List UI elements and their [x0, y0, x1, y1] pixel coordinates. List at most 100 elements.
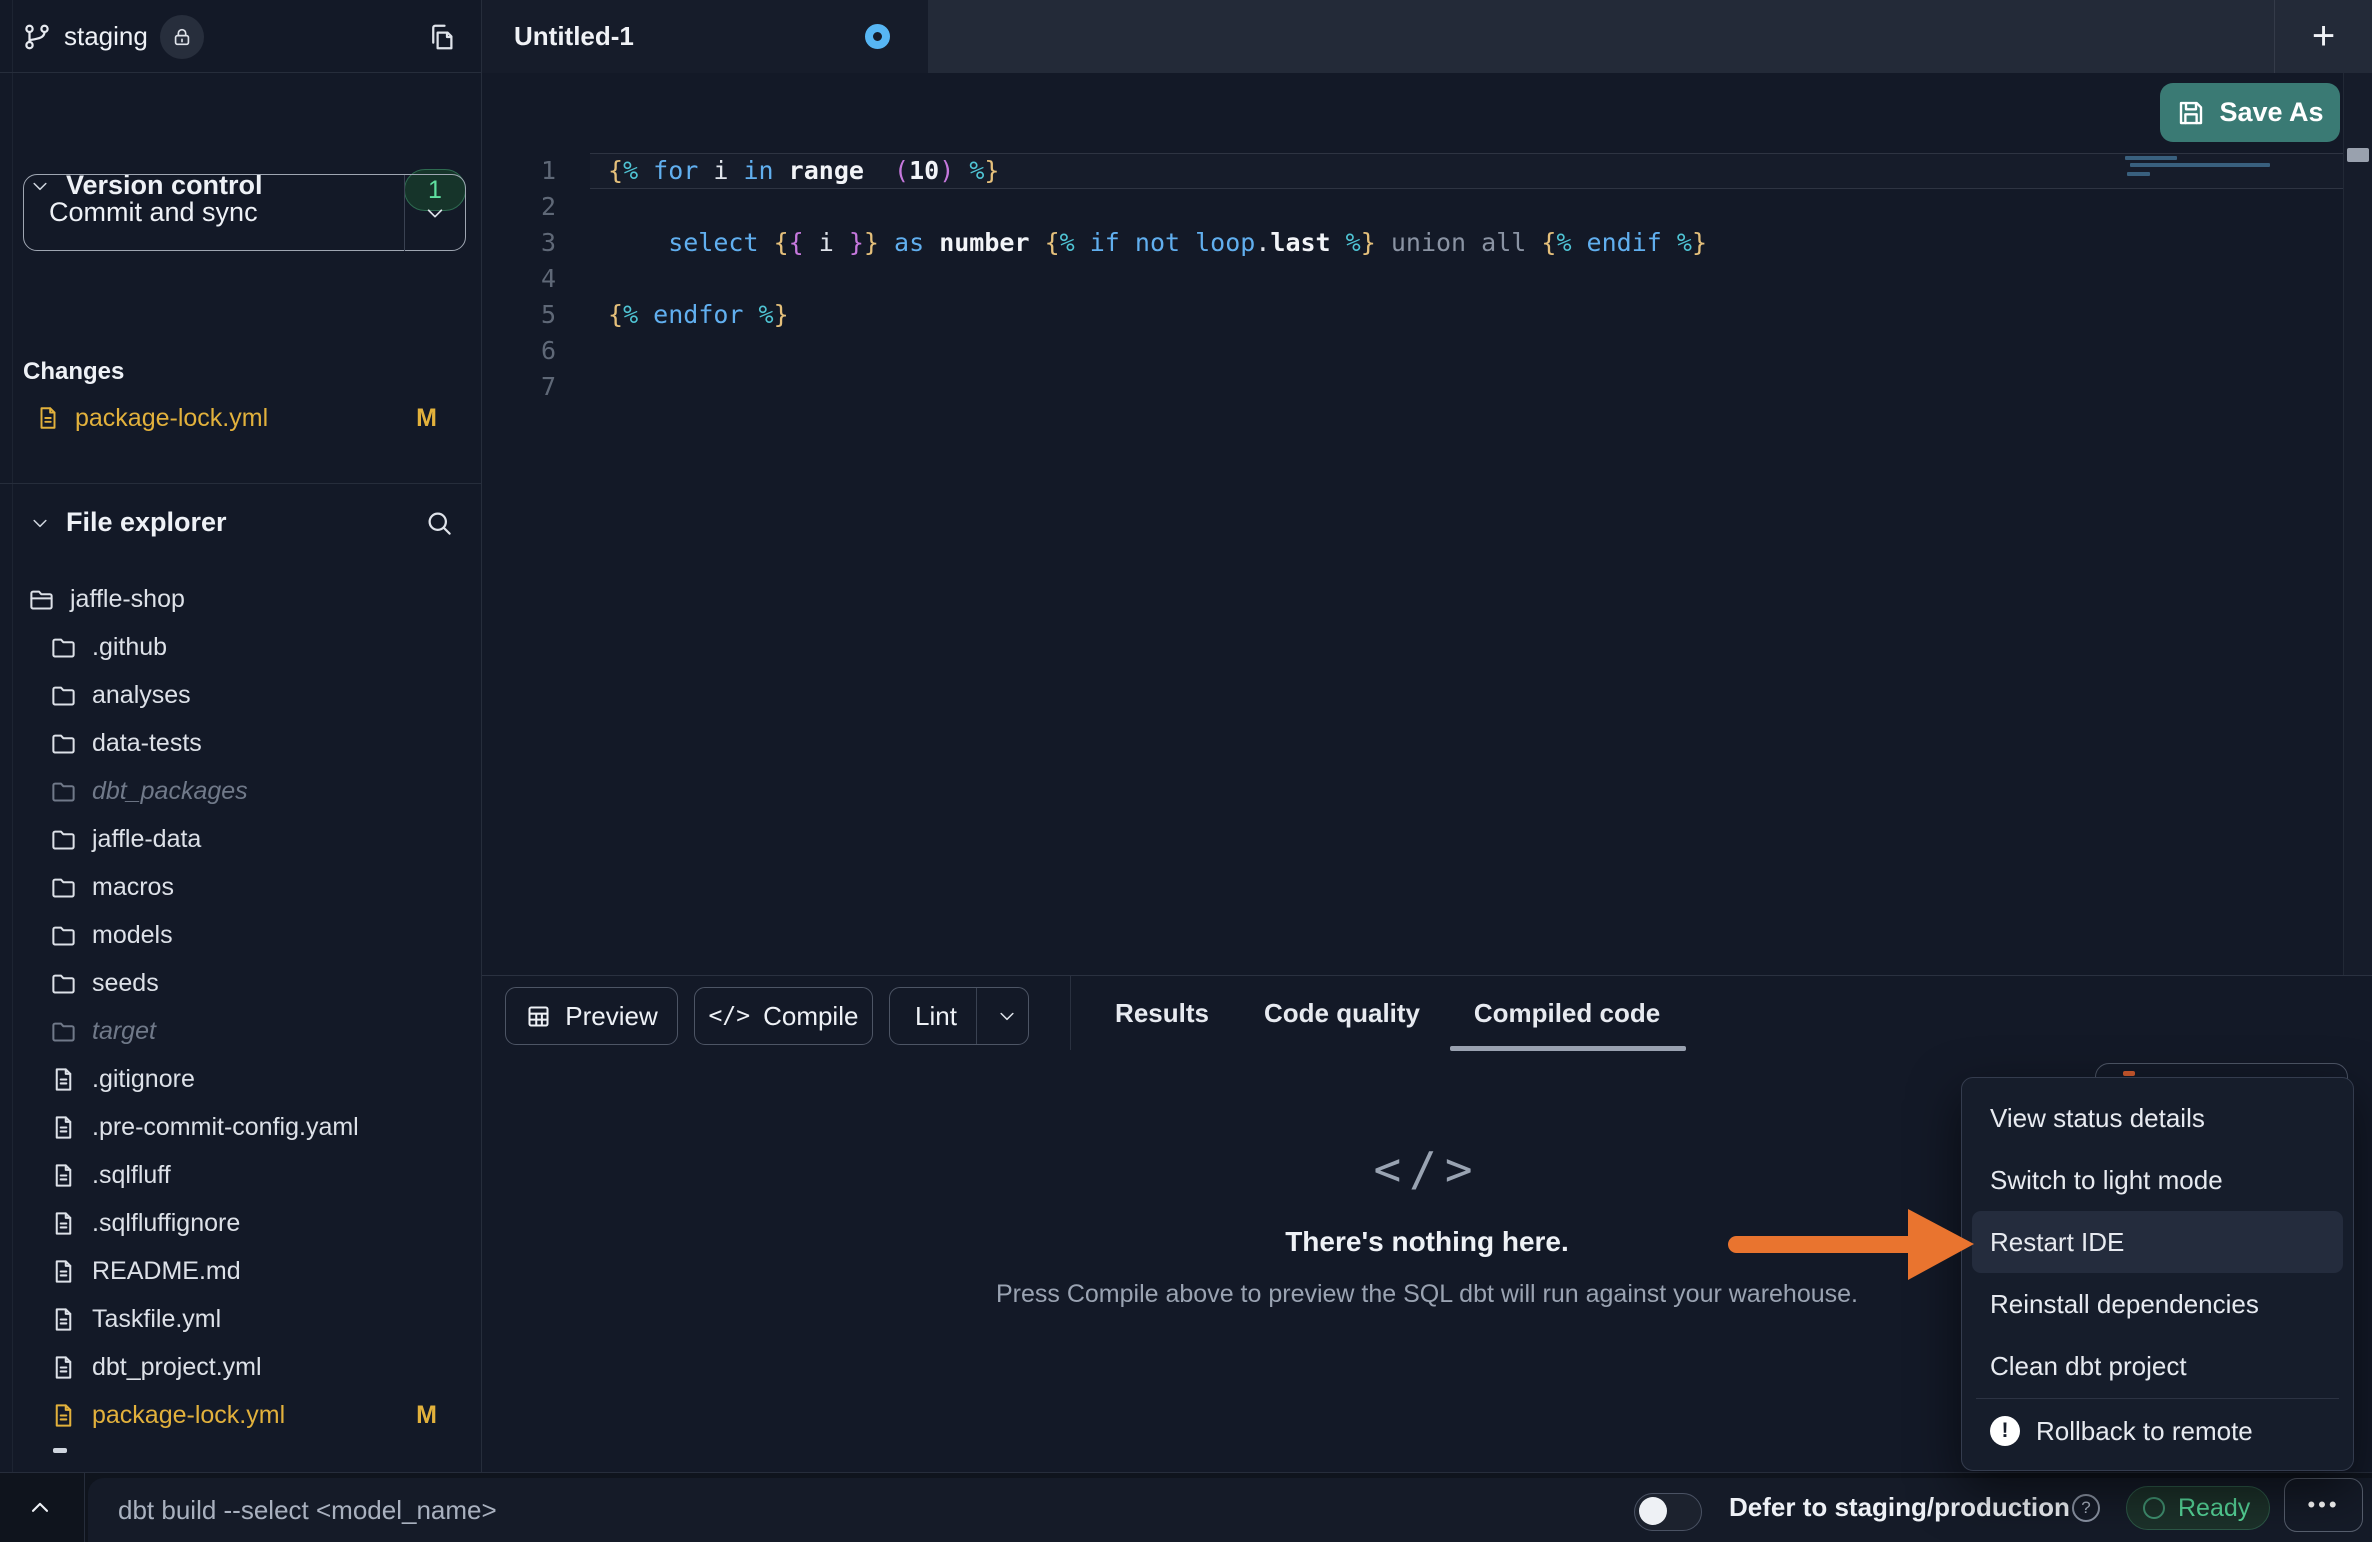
file-icon — [50, 1354, 77, 1381]
tree-folder-seeds[interactable]: seeds — [0, 959, 481, 1007]
code-line-6[interactable]: 6 — [482, 333, 2372, 369]
commit-and-sync-label: Commit and sync — [24, 197, 404, 228]
editor-scrollbar[interactable] — [2343, 73, 2372, 1048]
ide-status-pill[interactable]: Ready — [2126, 1486, 2270, 1530]
code-line-5[interactable]: 5{% endfor %} — [482, 297, 2372, 333]
commit-and-sync-button[interactable]: Commit and sync — [23, 174, 466, 251]
tree-item-label: README.md — [92, 1257, 241, 1286]
folder-icon — [50, 730, 77, 757]
code-line-7[interactable]: 7 — [482, 369, 2372, 405]
save-icon — [2176, 98, 2206, 128]
code-line-2[interactable]: 2 — [482, 189, 2372, 225]
ide-status-label: Ready — [2178, 1494, 2250, 1523]
search-icon — [424, 508, 454, 538]
lint-dropdown-toggle[interactable] — [985, 988, 1028, 1044]
code-editor[interactable]: Save As 1{% for i in range (10) %}23 sel… — [482, 73, 2372, 1048]
warning-icon: ! — [1990, 1416, 2020, 1446]
tree-folder-target[interactable]: target — [0, 1007, 481, 1055]
toolbar-divider — [1070, 976, 1071, 1050]
code-line-4[interactable]: 4 — [482, 261, 2372, 297]
chevron-down-icon — [30, 513, 50, 533]
save-as-label: Save As — [2219, 97, 2323, 128]
tree-item-label: .gitignore — [92, 1065, 195, 1094]
tree-folder-dbt_packages[interactable]: dbt_packages — [0, 767, 481, 815]
changes-heading: Changes — [23, 358, 124, 386]
tab-compiled-code[interactable]: Compiled code — [1474, 976, 1660, 1051]
tree-item-label: models — [92, 921, 173, 950]
code-line-1[interactable]: 1{% for i in range (10) %} — [482, 153, 2372, 189]
tree-file-.sqlfluffignore[interactable]: .sqlfluffignore — [0, 1199, 481, 1247]
tree-item-label: data-tests — [92, 729, 202, 758]
table-icon — [525, 1003, 552, 1030]
scrollbar-thumb[interactable] — [2347, 148, 2369, 162]
tree-folder-analyses[interactable]: analyses — [0, 671, 481, 719]
git-branch-icon — [22, 22, 52, 52]
tree-file-dbt_project.yml[interactable]: dbt_project.yml — [0, 1343, 481, 1391]
tree-folder-.github[interactable]: .github — [0, 623, 481, 671]
statusbar-divider — [84, 1473, 85, 1542]
code-lines[interactable]: 1{% for i in range (10) %}23 select {{ i… — [482, 153, 2372, 405]
compile-button[interactable]: </> Compile — [694, 987, 873, 1045]
changed-file-row[interactable]: package-lock.yml M — [0, 396, 481, 440]
new-tab-button[interactable]: + — [2275, 0, 2372, 73]
tree-file-.pre-commit-config.yaml[interactable]: .pre-commit-config.yaml — [0, 1103, 481, 1151]
unsaved-indicator-dot[interactable] — [865, 24, 890, 49]
more-options-button[interactable]: ••• — [2284, 1478, 2363, 1532]
ide-status-context-menu: View status details Switch to light mode R… — [1961, 1077, 2354, 1471]
menu-item-label: Switch to light mode — [1990, 1165, 2223, 1196]
lint-button[interactable]: Lint — [889, 987, 1029, 1045]
file-icon — [50, 1162, 77, 1189]
editor-minimap[interactable] — [2125, 148, 2343, 218]
chevron-down-icon — [997, 1006, 1017, 1026]
chevron-down-icon — [424, 202, 446, 224]
preview-button[interactable]: Preview — [505, 987, 678, 1045]
tree-file-Taskfile.yml[interactable]: Taskfile.yml — [0, 1295, 481, 1343]
code-line-content: select {{ i }} as number {% if not loop.… — [608, 225, 1707, 261]
code-line-3[interactable]: 3 select {{ i }} as number {% if not loo… — [482, 225, 2372, 261]
defer-toggle[interactable] — [1634, 1493, 1702, 1531]
tree-item-label: .sqlfluff — [92, 1161, 171, 1190]
bottom-panel-toolbar: Preview </> Compile Lint Results Code qua… — [482, 975, 2372, 1050]
tree-item-label: .sqlfluffignore — [92, 1209, 240, 1238]
menu-item-label: Rollback to remote — [2036, 1416, 2253, 1447]
tree-file-.sqlfluff[interactable]: .sqlfluff — [0, 1151, 481, 1199]
code-line-content: {% endfor %} — [608, 297, 789, 333]
tab-title: Untitled-1 — [514, 21, 865, 52]
file-explorer-header[interactable]: File explorer — [30, 507, 227, 538]
menu-item-switch-to-light-mode[interactable]: Switch to light mode — [1972, 1149, 2343, 1211]
file-icon — [50, 1258, 77, 1285]
expand-panel-button[interactable] — [26, 1494, 54, 1522]
tree-folder-models[interactable]: models — [0, 911, 481, 959]
modified-status-badge: M — [416, 404, 437, 433]
menu-item-reinstall-dependencies[interactable]: Reinstall dependencies — [1972, 1273, 2343, 1335]
tree-item-label: jaffle-shop — [70, 585, 185, 614]
tree-file-.gitignore[interactable]: .gitignore — [0, 1055, 481, 1103]
save-as-button[interactable]: Save As — [2160, 83, 2340, 142]
file-search-button[interactable] — [419, 503, 459, 543]
tree-folder-jaffle-data[interactable]: jaffle-data — [0, 815, 481, 863]
defer-label: Defer to staging/production — [1729, 1473, 2070, 1542]
menu-item-restart-ide[interactable]: Restart IDE — [1972, 1211, 2343, 1273]
tree-folder-data-tests[interactable]: data-tests — [0, 719, 481, 767]
tree-item-label: dbt_project.yml — [92, 1353, 262, 1382]
copy-branch-button[interactable] — [421, 16, 463, 58]
tree-folder-macros[interactable]: macros — [0, 863, 481, 911]
tab-results[interactable]: Results — [1115, 976, 1209, 1051]
copy-icon — [427, 22, 457, 52]
tree-item-label: Taskfile.yml — [92, 1305, 221, 1334]
menu-item-clean-dbt-project[interactable]: Clean dbt project — [1972, 1335, 2343, 1397]
help-icon[interactable]: ? — [2072, 1494, 2100, 1522]
folder-open-icon — [28, 586, 55, 613]
menu-item-rollback-to-remote[interactable]: ! Rollback to remote — [1972, 1400, 2343, 1462]
tab-code-quality[interactable]: Code quality — [1264, 976, 1420, 1051]
commit-dropdown-toggle[interactable] — [405, 202, 465, 224]
tree-file-package-lock.yml[interactable]: package-lock.ymlM — [0, 1391, 481, 1439]
menu-item-view-status-details[interactable]: View status details — [1972, 1087, 2343, 1149]
tree-file-README.md[interactable]: README.md — [0, 1247, 481, 1295]
tree-item-label: target — [92, 1017, 156, 1046]
file-tree: jaffle-shop .githubanalyses data-tests dbt_… — [0, 575, 481, 1439]
branch-selector[interactable]: staging — [22, 0, 204, 73]
annotation-arrow-head — [1908, 1209, 1974, 1280]
tree-folder-jaffle-shop[interactable]: jaffle-shop — [0, 575, 481, 623]
tab-untitled-1[interactable]: Untitled-1 — [482, 0, 928, 73]
